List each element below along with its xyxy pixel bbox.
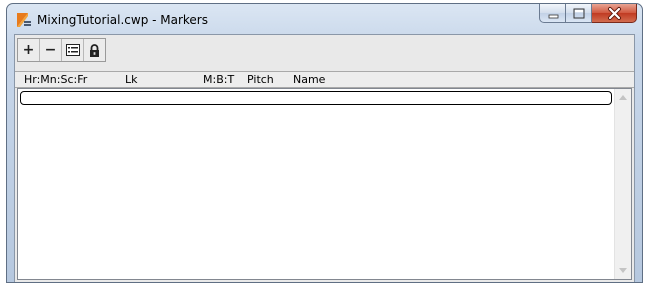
scroll-down-button[interactable] [615,262,631,279]
maximize-icon [573,8,585,19]
markers-window: MixingTutorial.cwp - Markers + − Hr:Mn:S… [6,3,643,283]
column-lock[interactable]: Lk [125,73,138,86]
marker-edit-row[interactable] [20,91,612,105]
properties-icon [65,44,80,56]
scroll-up-icon [619,95,627,100]
column-header: Hr:Mn:Sc:Fr Lk M:B:T Pitch Name [15,71,634,88]
markers-toolbar: + − [17,38,106,62]
column-pitch[interactable]: Pitch [247,73,274,86]
lock-marker-button[interactable] [84,39,105,61]
window-title: MixingTutorial.cwp - Markers [37,13,208,27]
marker-properties-button[interactable] [62,39,84,61]
sonar-app-icon [16,12,32,28]
plus-icon: + [22,42,35,58]
title-bar[interactable]: MixingTutorial.cwp - Markers [7,4,642,34]
scroll-up-button[interactable] [615,89,631,106]
lock-icon [90,43,99,57]
caption-buttons [539,4,637,24]
column-mbt[interactable]: M:B:T [203,73,234,86]
column-name[interactable]: Name [293,73,325,86]
vertical-scrollbar[interactable] [614,89,631,279]
marker-list[interactable] [17,88,632,280]
maximize-button[interactable] [566,4,592,23]
markers-view: + − Hr:Mn:Sc:Fr Lk M:B:T Pitch Name [14,34,635,282]
minus-icon: − [44,42,57,58]
add-marker-button[interactable]: + [18,39,40,61]
minimize-button[interactable] [539,4,566,23]
close-icon [608,7,621,20]
minimize-icon [548,14,559,19]
close-button[interactable] [592,4,637,23]
column-time[interactable]: Hr:Mn:Sc:Fr [24,73,87,86]
scroll-down-icon [619,268,627,273]
delete-marker-button[interactable]: − [40,39,62,61]
